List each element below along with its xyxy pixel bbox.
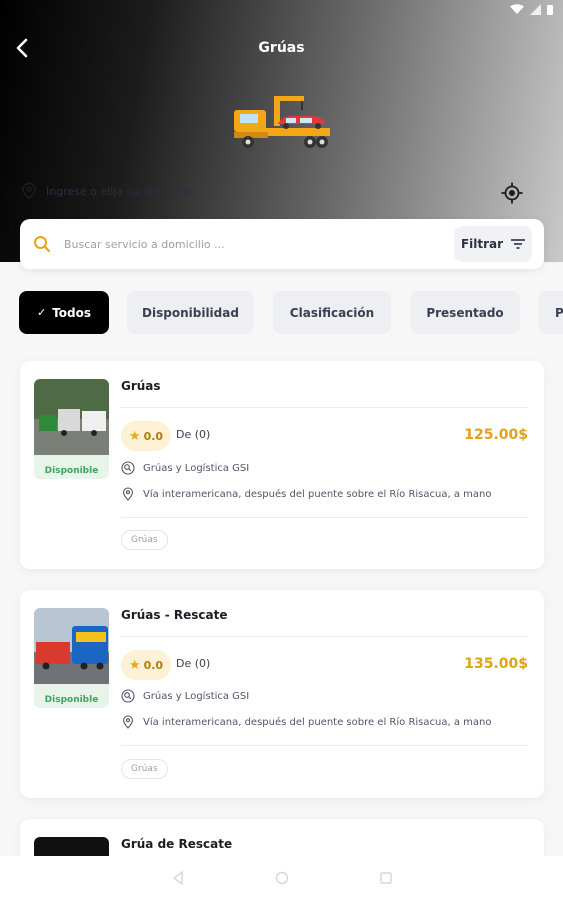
my-location-icon[interactable]: [501, 182, 523, 204]
provider-icon: [121, 461, 135, 475]
provider-row: Grúas y Logística GSI: [121, 461, 531, 475]
chip-clasificacion[interactable]: Clasificación: [273, 291, 391, 334]
availability-badge: Disponible: [44, 695, 99, 705]
service-name: Grúa de Rescate: [121, 837, 233, 851]
service-price: 135.00$: [464, 656, 528, 672]
divider: [121, 745, 528, 746]
back-nav-icon[interactable]: [171, 871, 185, 885]
reviews-count: De (0): [176, 428, 211, 441]
address-placeholder: Ingrese o elija su dirección: [46, 184, 193, 198]
filter-chips: ✓ Todos Disponibilidad Clasificación Pre…: [19, 291, 563, 335]
wifi-icon: [510, 4, 524, 14]
filter-button[interactable]: Filtrar: [454, 226, 532, 262]
address-selector[interactable]: Ingrese o elija su dirección: [20, 182, 535, 204]
service-card[interactable]: Disponible Grúas ★ 0.0 De (0) 125.00$ Gr…: [20, 361, 544, 569]
search-bar: Buscar servicio a domicilio ... Filtrar: [20, 219, 544, 269]
filter-icon: [511, 239, 526, 249]
divider: [121, 407, 528, 408]
status-bar: [510, 4, 553, 15]
tow-trucks-photo: [34, 379, 109, 455]
signal-icon: [530, 4, 541, 15]
page-title: Grúas: [258, 40, 305, 56]
provider-name: Grúas y Logística GSI: [143, 462, 250, 474]
rating-value: 0.0: [143, 658, 164, 672]
category-tag: Grúas: [121, 759, 168, 779]
chip-label: Disponibilidad: [142, 305, 239, 320]
recents-nav-icon[interactable]: [379, 871, 393, 885]
address-row: Vía interamericana, después del puente s…: [121, 715, 531, 729]
chip-todos[interactable]: ✓ Todos: [19, 291, 109, 334]
address-row: Vía interamericana, después del puente s…: [121, 487, 531, 501]
provider-name: Grúas y Logística GSI: [143, 690, 250, 702]
availability-badge: Disponible: [44, 466, 99, 476]
chip-label: Presentado: [426, 305, 504, 320]
chip-label: Clasificación: [289, 305, 375, 320]
search-icon: [34, 236, 51, 253]
reviews-count: De (0): [176, 657, 211, 670]
location-pin-icon: [123, 487, 133, 501]
star-icon: ★: [128, 428, 141, 444]
chip-presentado[interactable]: Presentado: [410, 291, 520, 334]
provider-icon: [121, 689, 135, 703]
divider: [121, 517, 528, 518]
service-thumbnail: Disponible: [34, 379, 109, 479]
location-pin-icon: [123, 715, 133, 729]
home-nav-icon[interactable]: [275, 871, 289, 885]
category-tag: Grúas: [121, 530, 168, 550]
location-pin-icon: [22, 182, 36, 200]
tow-truck-icon: [234, 96, 330, 148]
star-icon: ★: [128, 657, 141, 673]
chip-more[interactable]: P: [538, 291, 563, 334]
rating-badge: ★ 0.0: [121, 421, 171, 451]
filter-label: Filtrar: [460, 237, 504, 251]
provider-row: Grúas y Logística GSI: [121, 689, 531, 703]
battery-icon: [547, 5, 553, 15]
service-address: Vía interamericana, después del puente s…: [143, 716, 492, 728]
service-name: Grúas: [121, 379, 161, 393]
service-address: Vía interamericana, después del puente s…: [143, 488, 492, 500]
service-name: Grúas - Rescate: [121, 608, 228, 622]
service-card[interactable]: Disponible Grúas - Rescate ★ 0.0 De (0) …: [20, 590, 544, 798]
chip-label: Todos: [52, 305, 92, 320]
chip-label: P: [555, 305, 563, 320]
chip-disponibilidad[interactable]: Disponibilidad: [127, 291, 254, 334]
service-price: 125.00$: [464, 427, 528, 443]
search-input[interactable]: Buscar servicio a domicilio ...: [64, 238, 454, 251]
rating-badge: ★ 0.0: [121, 650, 171, 680]
rating-value: 0.0: [143, 429, 164, 443]
check-icon: ✓: [36, 306, 47, 319]
service-thumbnail: Disponible: [34, 608, 109, 708]
rescue-truck-photo: [34, 608, 109, 684]
system-navigation-bar: [0, 856, 563, 900]
divider: [121, 636, 528, 637]
